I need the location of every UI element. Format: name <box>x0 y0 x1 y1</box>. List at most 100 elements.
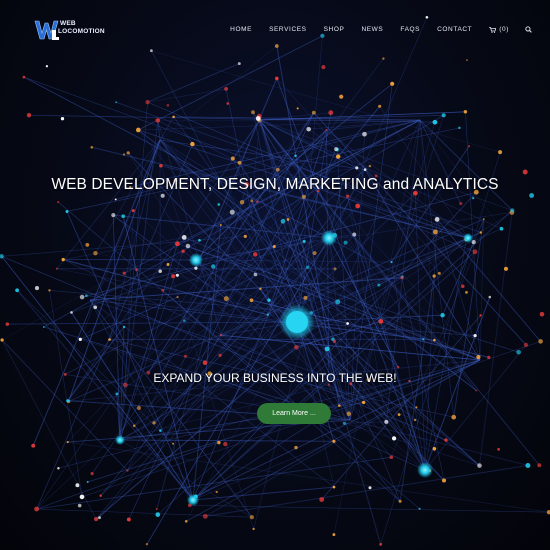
network-node <box>539 311 545 317</box>
network-node <box>475 389 478 392</box>
network-node <box>34 506 39 512</box>
network-node <box>57 201 60 204</box>
network-node <box>433 338 436 342</box>
network-node <box>390 260 393 264</box>
network-node <box>266 313 269 316</box>
network-node <box>294 154 297 158</box>
network-node <box>342 421 346 425</box>
network-node <box>190 141 195 147</box>
search-icon[interactable] <box>525 26 532 33</box>
network-node <box>224 87 228 91</box>
network-node <box>202 360 208 366</box>
nav-home[interactable]: HOME <box>230 26 252 33</box>
network-line <box>160 212 233 431</box>
logo-line-web: WEB <box>60 20 76 27</box>
network-node <box>332 339 337 344</box>
nav-shop[interactable]: SHOP <box>324 26 345 33</box>
network-node <box>335 299 341 305</box>
network-node <box>79 494 85 500</box>
learn-more-button[interactable]: Learn More ... <box>257 403 331 424</box>
network-node <box>5 322 10 326</box>
network-node <box>479 231 482 234</box>
network-line <box>151 50 501 153</box>
nav-faqs[interactable]: FAQS <box>400 26 420 33</box>
network-node <box>42 326 45 328</box>
network-node <box>312 251 317 256</box>
network-node <box>473 333 477 338</box>
network-node <box>86 480 89 483</box>
network-node <box>122 325 126 329</box>
network-node <box>249 298 254 303</box>
network-line <box>56 139 161 270</box>
network-node <box>510 208 515 213</box>
network-node <box>181 235 187 240</box>
network-node <box>229 209 235 215</box>
network-node <box>332 485 336 489</box>
network-line <box>453 218 485 418</box>
network-node <box>255 116 261 121</box>
nav-services[interactable]: SERVICES <box>269 26 307 33</box>
network-node <box>432 119 438 125</box>
nav-contact[interactable]: CONTACT <box>437 26 472 33</box>
network-node <box>343 240 348 245</box>
network-node <box>311 110 316 115</box>
logo-wordmark: WEB LOCOMOTION <box>58 20 105 36</box>
logo-line-locomotion: LOCOMOTION <box>58 28 105 35</box>
hub-node-upper <box>321 230 337 246</box>
network-node <box>432 229 438 235</box>
network-node <box>303 295 308 300</box>
network-node <box>487 355 491 360</box>
network-node <box>413 418 417 422</box>
network-node <box>183 354 188 358</box>
network-node <box>166 103 170 107</box>
site-logo[interactable]: WEB LOCOMOTION <box>34 18 105 44</box>
network-node <box>415 406 418 409</box>
network-node <box>152 421 156 425</box>
network-lines <box>1 17 550 545</box>
nav-news[interactable]: NEWS <box>361 26 383 33</box>
network-line <box>478 210 513 466</box>
network-node <box>181 249 185 253</box>
network-node <box>378 319 384 324</box>
network-node <box>78 337 82 341</box>
network-node <box>90 145 94 149</box>
network-node <box>155 508 158 510</box>
network-node <box>185 243 191 249</box>
network-node <box>482 218 485 220</box>
network-node <box>66 441 69 444</box>
network-node <box>174 241 180 247</box>
network-node <box>256 200 259 204</box>
network-node <box>115 392 119 396</box>
network-line <box>119 439 334 442</box>
network-node <box>250 199 254 203</box>
nav-cart[interactable]: (0) <box>489 26 509 33</box>
network-node <box>355 203 361 209</box>
network-node <box>440 312 445 318</box>
network-node <box>243 234 247 239</box>
network-node <box>286 218 290 221</box>
network-node <box>437 271 441 275</box>
network-node <box>159 164 163 168</box>
network-node <box>26 113 32 118</box>
network-node <box>396 365 400 369</box>
network-node <box>115 101 118 104</box>
network-node <box>161 288 165 292</box>
network-line <box>419 119 502 229</box>
network-line <box>36 143 193 510</box>
network-node <box>516 349 521 355</box>
network-line <box>36 456 392 510</box>
network-node <box>122 153 126 156</box>
network-node <box>346 411 352 417</box>
cart-count: (0) <box>499 26 509 33</box>
network-node <box>219 334 223 337</box>
network-node <box>378 104 382 108</box>
network-node <box>122 271 126 275</box>
network-node <box>114 198 117 201</box>
network-node <box>301 194 306 199</box>
network-node <box>155 512 161 517</box>
network-node <box>126 469 129 472</box>
network-node <box>479 314 482 317</box>
network-node <box>182 319 186 323</box>
network-node <box>171 274 176 279</box>
hero-headline: WEB DEVELOPMENT, DESIGN, MARKETING and A… <box>51 176 499 193</box>
